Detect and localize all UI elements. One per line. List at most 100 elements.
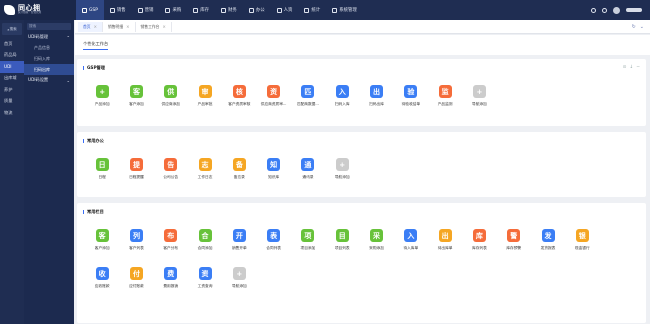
shortcut-tile[interactable]: 合合同添加 [188,229,222,267]
topnav-item-0[interactable]: GSP [76,0,104,20]
menu-subitem-2[interactable]: 扫码出库 [24,64,74,75]
shortcut-tile[interactable]: 提日程提醒 [119,158,153,196]
shortcut-tile[interactable]: 匹匹配商数据... [291,85,325,123]
close-icon[interactable]: × [94,24,97,29]
menu-group-1[interactable]: UDI码设置 ⌄ [24,75,74,85]
shortcut-tile[interactable]: 出待出库单 [428,229,462,267]
shortcut-tile[interactable]: + 导航添加 [222,267,256,305]
tabs-bar: 首页 × 销售明细 × 销售工作台 × ↻ ⌄ [75,20,650,34]
shortcut-icon: + [335,158,349,171]
shortcut-tile[interactable]: 告公司公告 [154,158,188,196]
shortcut-tile[interactable]: 付应付账款 [119,267,153,305]
shortcut-icon: 付 [129,267,143,280]
sidebar-item-2[interactable]: UDI [0,61,24,73]
close-icon[interactable]: × [126,24,129,29]
shortcut-tile[interactable]: 资供应商资质审... [256,85,290,123]
menu-search-input[interactable]: 搜索 [27,22,71,30]
chevron-down-icon[interactable]: ⌄ [640,24,644,30]
shortcut-tile[interactable]: 入扫码入库 [325,85,359,123]
shortcut-tile[interactable]: 布客户分布 [154,229,188,267]
sidebar-search-button[interactable]: ⌕ 搜索 [2,23,22,35]
tab-1[interactable]: 销售明细 × [103,21,136,32]
topnav-item-9[interactable]: 系统管理 [326,0,363,20]
shortcut-label: 导航添加 [472,102,487,106]
brand-subtitle: 医疗器械 · 智慧管理 [18,11,42,15]
shortcut-label: 客户添加 [94,246,110,250]
section-title: GSP管理 [83,65,105,70]
shortcut-label: 合同添加 [197,246,213,250]
menu-subitem-0[interactable]: 产品信息 [24,42,74,53]
logo-mark-icon [4,5,15,15]
shortcut-tile[interactable]: 知知识库 [256,158,290,196]
shortcut-tile[interactable]: + 产品添加 [85,85,119,123]
shortcut-tile[interactable]: 警库存预警 [497,229,531,267]
shortcut-tile[interactable]: 费费用报销 [154,267,188,305]
download-icon[interactable]: ↓ [629,65,633,70]
shortcut-tile[interactable]: 入待入库单 [394,229,428,267]
sidebar-item-0[interactable]: 首页 [0,38,24,50]
minimize-icon[interactable]: − [636,65,640,70]
user-name[interactable] [626,8,642,12]
menu-subitem-1[interactable]: 扫码入库 [24,53,74,64]
shortcut-tile[interactable]: 列客户列表 [119,229,153,267]
topnav-item-2[interactable]: 营销 [132,0,160,20]
shortcut-tile[interactable]: 供供应商添加 [154,85,188,123]
sidebar-item-4[interactable]: 养护 [0,84,24,96]
sidebar-item-3[interactable]: 出库域 [0,73,24,85]
shortcut-tile[interactable]: 审产品审批 [188,85,222,123]
shortcut-tile[interactable]: 收应收账款 [85,267,119,305]
tab-2[interactable]: 销售工作台 × [136,21,172,32]
home-icon[interactable] [591,7,596,13]
shortcut-tile[interactable]: 核客户资质审核 [222,85,256,123]
shortcut-tile[interactable]: 银现金银行 [565,229,599,267]
topnav-item-1[interactable]: 销售 [104,0,132,20]
shortcut-icon: 通 [301,158,315,171]
shortcut-icon: 列 [129,229,143,242]
shortcut-tile[interactable]: 备备忘录 [222,158,256,196]
topnav-item-4[interactable]: 库存 [187,0,215,20]
workspace-tab[interactable]: 个性化工作台 [83,41,109,50]
bell-icon[interactable] [602,7,607,13]
shortcut-label: 扫码入库 [334,102,350,106]
shortcut-tile[interactable]: 日日程 [85,158,119,196]
shortcut-tile[interactable]: + 导航添加 [325,158,359,196]
shortcut-tile[interactable]: 客客户添加 [119,85,153,123]
shortcut-label: 费用报销 [163,284,179,288]
logo[interactable]: 同心拥 医疗器械 · 智慧管理 [0,0,76,20]
shortcut-tile[interactable]: 客客户添加 [85,229,119,267]
refresh-icon[interactable]: ↻ [632,24,636,30]
shortcut-tile[interactable]: 库库存列表 [462,229,496,267]
shortcut-tile[interactable]: 发发货报表 [531,229,565,267]
menu-group-0[interactable]: UDI码管理 ⌃ [24,32,74,42]
sidebar-item-6[interactable]: 物流 [0,107,24,119]
settings-icon[interactable]: ⊙ [623,65,627,70]
topnav-item-6[interactable]: 办公 [243,0,271,20]
tab-0[interactable]: 首页 × [78,21,103,32]
shortcut-tile[interactable]: 验待验收结单 [394,85,428,123]
shortcut-tile[interactable]: 采采购添加 [359,229,393,267]
shortcut-label: 知识库 [268,175,280,179]
sidebar-item-1[interactable]: 药品局 [0,50,24,62]
shortcut-tile[interactable]: 通通讯录 [291,158,325,196]
shortcut-tile[interactable]: 资工资查询 [188,267,222,305]
shortcut-icon: 匹 [301,85,315,98]
shortcut-label: 应付账款 [129,284,144,288]
avatar[interactable] [613,6,620,14]
shortcut-tile[interactable]: + 导航添加 [462,85,496,123]
shortcut-tile[interactable]: 开销售开单 [222,229,256,267]
shortcut-icon: 资 [267,85,281,98]
topnav-item-8[interactable]: 统计 [298,0,326,20]
user-icon [276,7,282,13]
topnav-item-3[interactable]: 采购 [159,0,187,20]
shortcut-tile[interactable]: 出扫码出库 [359,85,393,123]
sidebar-item-5[interactable]: 质量 [0,96,24,108]
topnav-item-7[interactable]: 人资 [271,0,299,20]
shortcut-tile[interactable]: 志工作日志 [188,158,222,196]
topnav-item-5[interactable]: 财务 [215,0,243,20]
close-icon[interactable]: × [162,24,165,29]
shortcut-tile[interactable]: 项项目添加 [291,229,325,267]
shortcut-label: 客户资质审核 [228,102,251,106]
shortcut-tile[interactable]: 监产品监测 [428,85,462,123]
shortcut-tile[interactable]: 表合同列表 [256,229,290,267]
shortcut-tile[interactable]: 目项目列表 [325,229,359,267]
